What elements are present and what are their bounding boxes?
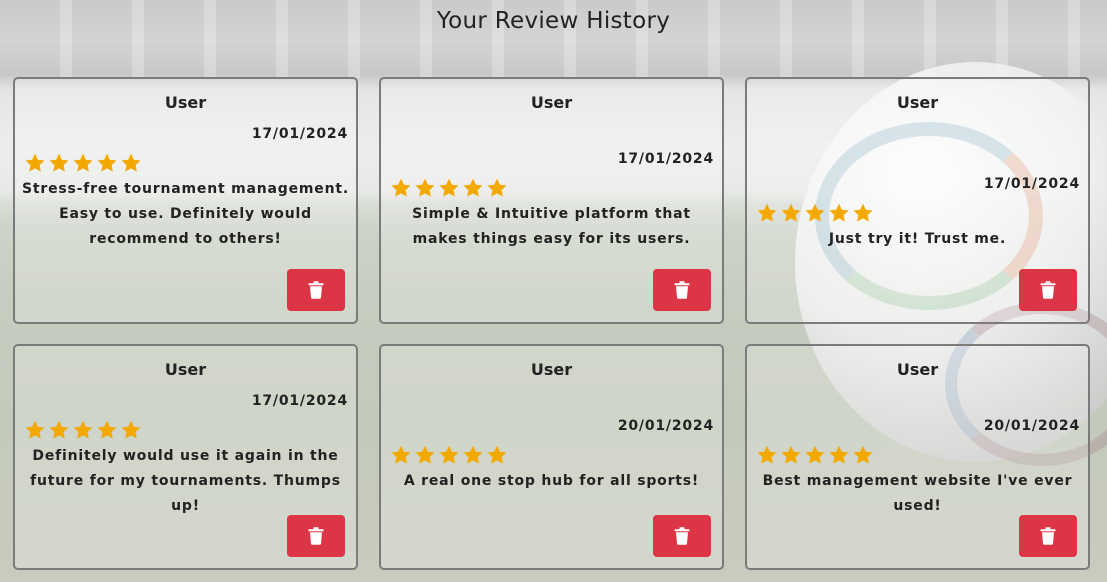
review-content: 17/01/2024 Stress-free tournament manage… <box>15 123 356 252</box>
star-icon <box>462 444 484 466</box>
star-icon <box>438 177 460 199</box>
star-icon <box>72 419 94 441</box>
star-icon <box>438 444 460 466</box>
review-text: Stress-free tournament management. Easy … <box>22 181 349 247</box>
star-icon <box>852 202 874 224</box>
review-user-name: User <box>164 360 207 379</box>
star-icon <box>780 202 802 224</box>
review-card: User 17/01/2024 Stress-free tournament m… <box>13 77 358 324</box>
star-icon <box>828 202 850 224</box>
trash-icon <box>1040 281 1056 299</box>
star-rating <box>747 199 1088 227</box>
review-user-name: User <box>896 93 939 112</box>
star-icon <box>414 444 436 466</box>
delete-review-button[interactable] <box>1019 269 1077 311</box>
review-content: 20/01/2024 Best management website I've … <box>747 415 1088 519</box>
star-icon <box>48 419 70 441</box>
review-content: 20/01/2024 A real one stop hub for all s… <box>381 415 722 494</box>
star-rating <box>381 441 722 469</box>
review-text: Definitely would use it again in the fut… <box>30 448 341 514</box>
review-content: 17/01/2024 Definitely would use it again… <box>15 390 356 519</box>
review-card: User 17/01/2024 Just try it! Trust me. <box>745 77 1090 324</box>
star-icon <box>48 152 70 174</box>
star-icon <box>804 202 826 224</box>
review-text: A real one stop hub for all sports! <box>403 473 700 489</box>
star-icon <box>24 419 46 441</box>
star-rating <box>15 416 356 444</box>
review-card: User 17/01/2024 Simple & Intuitive platf… <box>379 77 724 324</box>
review-date: 20/01/2024 <box>983 418 1080 434</box>
star-icon <box>486 444 508 466</box>
review-user-name: User <box>530 360 573 379</box>
star-icon <box>96 419 118 441</box>
star-icon <box>780 444 802 466</box>
delete-review-button[interactable] <box>653 269 711 311</box>
review-card: User 20/01/2024 A real one stop hub for … <box>379 344 724 570</box>
delete-review-button[interactable] <box>1019 515 1077 557</box>
star-icon <box>390 177 412 199</box>
star-rating <box>381 174 722 202</box>
star-icon <box>120 419 142 441</box>
trash-icon <box>308 281 324 299</box>
review-text: Simple & Intuitive platform that makes t… <box>412 206 691 247</box>
page-title: Your Review History <box>436 8 671 34</box>
trash-icon <box>674 527 690 545</box>
review-card: User 20/01/2024 Best management website … <box>745 344 1090 570</box>
trash-icon <box>1040 527 1056 545</box>
review-card: User 17/01/2024 Definitely would use it … <box>13 344 358 570</box>
star-icon <box>756 444 778 466</box>
star-rating <box>747 441 1088 469</box>
star-icon <box>852 444 874 466</box>
star-icon <box>72 152 94 174</box>
star-icon <box>756 202 778 224</box>
review-date: 20/01/2024 <box>617 418 714 434</box>
delete-review-button[interactable] <box>653 515 711 557</box>
star-icon <box>462 177 484 199</box>
trash-icon <box>674 281 690 299</box>
star-rating <box>15 149 356 177</box>
review-date: 17/01/2024 <box>617 151 714 167</box>
star-icon <box>120 152 142 174</box>
star-icon <box>486 177 508 199</box>
trash-icon <box>308 527 324 545</box>
review-text: Just try it! Trust me. <box>828 231 1007 247</box>
delete-review-button[interactable] <box>287 269 345 311</box>
star-icon <box>390 444 412 466</box>
review-text: Best management website I've ever used! <box>762 473 1073 514</box>
star-icon <box>414 177 436 199</box>
star-icon <box>24 152 46 174</box>
review-user-name: User <box>896 360 939 379</box>
star-icon <box>96 152 118 174</box>
delete-review-button[interactable] <box>287 515 345 557</box>
review-content: 17/01/2024 Just try it! Trust me. <box>747 173 1088 252</box>
star-icon <box>804 444 826 466</box>
review-user-name: User <box>530 93 573 112</box>
review-content: 17/01/2024 Simple & Intuitive platform t… <box>381 148 722 252</box>
star-icon <box>828 444 850 466</box>
review-date: 17/01/2024 <box>251 393 348 409</box>
review-date: 17/01/2024 <box>251 126 348 142</box>
review-date: 17/01/2024 <box>983 176 1080 192</box>
review-user-name: User <box>164 93 207 112</box>
